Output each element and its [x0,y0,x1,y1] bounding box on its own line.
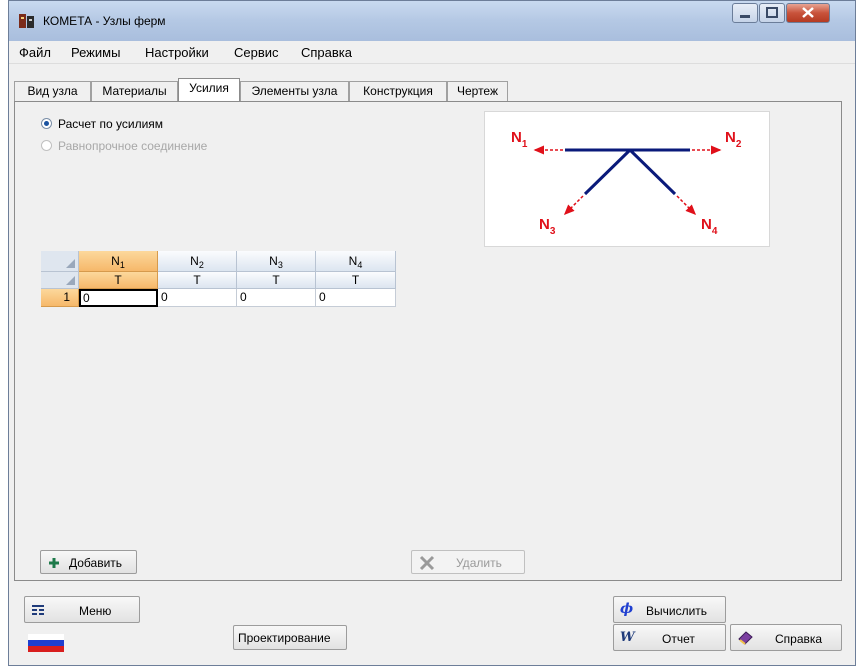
brace-right-member [628,148,677,196]
col-header-n4[interactable]: N4 [316,251,396,272]
maximize-icon [766,7,778,18]
tab-forces[interactable]: Усилия [178,78,240,102]
help-button[interactable]: Справка [730,624,842,651]
arrow-n3 [563,195,584,216]
col-header-n3[interactable]: N3 [237,251,316,272]
brace-left-member [583,148,632,196]
menu-button[interactable]: Меню [24,596,140,623]
delete-x-icon [419,555,435,571]
calculate-button[interactable]: ϕ Вычислить [613,596,726,623]
maximize-button[interactable] [759,3,785,23]
grid-cell-n1[interactable]: 0 [79,289,158,307]
unit-header-n4: Т [316,272,396,289]
unit-header-n1: Т [79,272,158,289]
word-icon: W [620,630,635,645]
menu-service[interactable]: Сервис [234,45,279,60]
label-n4: N4 [701,216,718,237]
design-button[interactable]: Проектирование [233,625,347,650]
close-button[interactable] [786,3,830,23]
delete-button[interactable]: Удалить [411,550,525,574]
window-title: КОМЕТА - Узлы ферм [43,14,166,28]
menu-settings[interactable]: Настройки [145,45,209,60]
label-n2: N2 [725,129,742,150]
report-button[interactable]: W Отчет [613,624,726,651]
tab-drawing[interactable]: Чертеж [447,81,508,101]
arrow-n4 [676,195,697,216]
forces-grid: N1 N2 N3 N4 Т Т Т Т 1 0 0 0 0 [41,251,396,316]
tab-node-view[interactable]: Вид узла [14,81,91,101]
russian-flag-icon[interactable] [28,634,64,652]
menu-help[interactable]: Справка [301,45,352,60]
menu-icon [32,605,44,615]
grid-corner[interactable] [41,251,79,272]
label-n1: N1 [511,129,528,150]
plus-icon [49,558,59,568]
tab-node-elements[interactable]: Элементы узла [240,81,349,101]
grid-corner-units [41,272,79,289]
menu-bar: Файл Режимы Настройки Сервис Справка [9,41,855,64]
title-bar[interactable]: КОМЕТА - Узлы ферм [9,1,855,41]
radio-unchecked-icon [41,140,52,151]
grid-cell-n3[interactable]: 0 [237,289,316,307]
grid-cell-n4[interactable]: 0 [316,289,396,307]
close-icon [802,7,814,18]
tab-materials[interactable]: Материалы [91,81,178,101]
label-n3: N3 [539,216,556,237]
node-diagram: N1 N2 N3 N4 [484,111,770,247]
col-header-n1[interactable]: N1 [79,251,158,272]
radio-equal-strength-label: Равнопрочное соединение [58,139,208,153]
phi-icon: ϕ [620,601,634,617]
tab-construction[interactable]: Конструкция [349,81,447,101]
col-header-n2[interactable]: N2 [158,251,237,272]
unit-header-n3: Т [237,272,316,289]
app-icon [19,14,34,28]
row-header-1[interactable]: 1 [41,289,79,307]
minimize-icon [740,15,750,18]
help-book-icon [738,631,753,645]
add-button[interactable]: Добавить [40,550,137,574]
radio-by-forces-label: Расчет по усилиям [58,117,164,131]
minimize-button[interactable] [732,3,758,23]
grid-cell-n2[interactable]: 0 [158,289,237,307]
menu-modes[interactable]: Режимы [71,45,120,60]
radio-checked-icon [41,118,52,129]
unit-header-n2: Т [158,272,237,289]
menu-file[interactable]: Файл [19,45,51,60]
